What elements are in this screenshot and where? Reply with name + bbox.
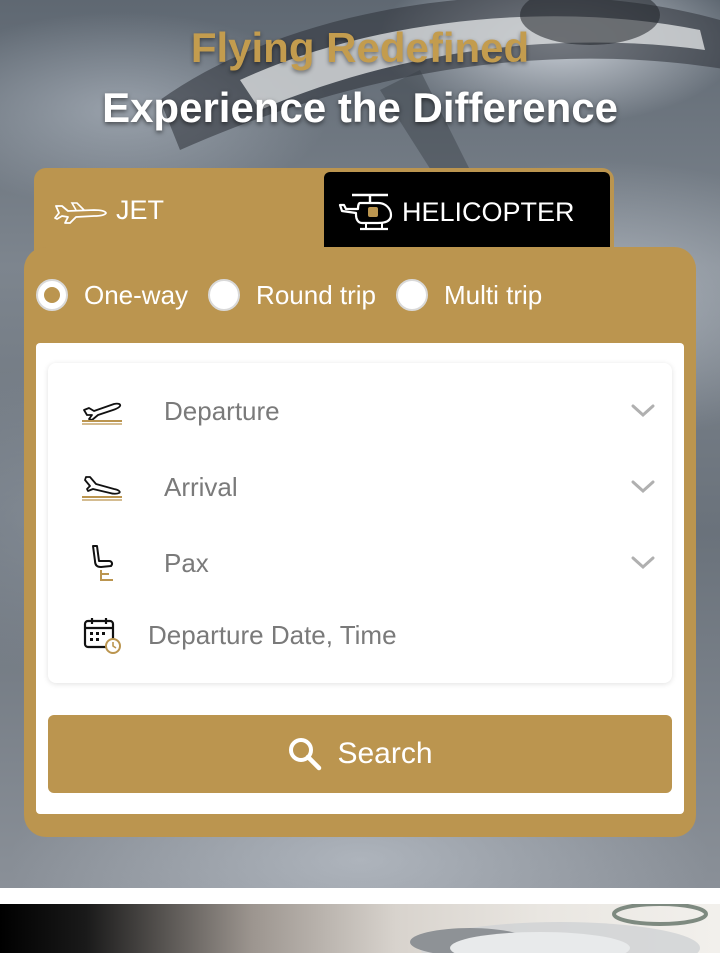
tab-jet[interactable]: JET [34,168,324,252]
calendar-clock-icon [80,615,124,655]
section-divider [0,888,720,904]
air-taxi-image [410,904,708,953]
pax-placeholder: Pax [164,547,209,578]
search-button-label: Search [337,737,433,770]
hero-subtitle: Experience the Difference [102,84,618,131]
departure-placeholder: Departure [164,395,280,426]
pax-select[interactable]: Pax [48,533,672,593]
search-form: Departure Arrival Pax Departure Date, Ti… [36,343,684,814]
chevron-down-icon [631,556,655,570]
radio-round-trip[interactable]: Round trip [208,279,376,311]
radio-one-way-label: One-way [84,279,189,310]
radio-one-way[interactable]: One-way [36,279,188,311]
radio-round-trip-label: Round trip [256,279,377,310]
field-group: Departure Arrival Pax Departure Date, Ti… [48,363,672,683]
bottom-banner-image [0,904,720,953]
radio-round-trip-circle[interactable] [208,279,241,311]
departure-select[interactable]: Departure [48,381,672,441]
radio-multi-trip-label: Multi trip [444,279,543,310]
jet-icon [54,202,107,224]
chevron-down-icon [631,480,655,494]
tab-jet-label: JET [116,194,165,225]
hero-title: Flying Redefined [190,24,530,71]
radio-one-way-circle[interactable] [36,279,68,311]
landing-icon [80,467,124,507]
arrival-placeholder: Arrival [164,471,238,502]
seat-icon [80,543,124,583]
tab-helicopter[interactable]: HELICOPTER [324,172,610,252]
departure-date-field[interactable] [48,605,672,665]
trip-type-group: One-way Round trip Multi trip [36,279,562,311]
search-button[interactable]: Search [48,715,672,793]
hero-background: Flying Redefined Experience the Differen… [0,0,720,888]
radio-multi-trip[interactable]: Multi trip [396,279,542,311]
search-icon [289,738,322,771]
chevron-down-icon [631,404,655,418]
arrival-select[interactable]: Arrival [48,457,672,517]
aircraft-tabs: JET HELICOPTER [34,168,614,252]
booking-panel: One-way Round trip Multi trip Departure … [24,247,696,837]
tab-helicopter-label: HELICOPTER [402,196,575,227]
helicopter-icon [338,193,393,231]
takeoff-icon [80,391,124,431]
departure-date-input[interactable] [148,605,648,665]
radio-multi-trip-circle[interactable] [396,279,429,311]
